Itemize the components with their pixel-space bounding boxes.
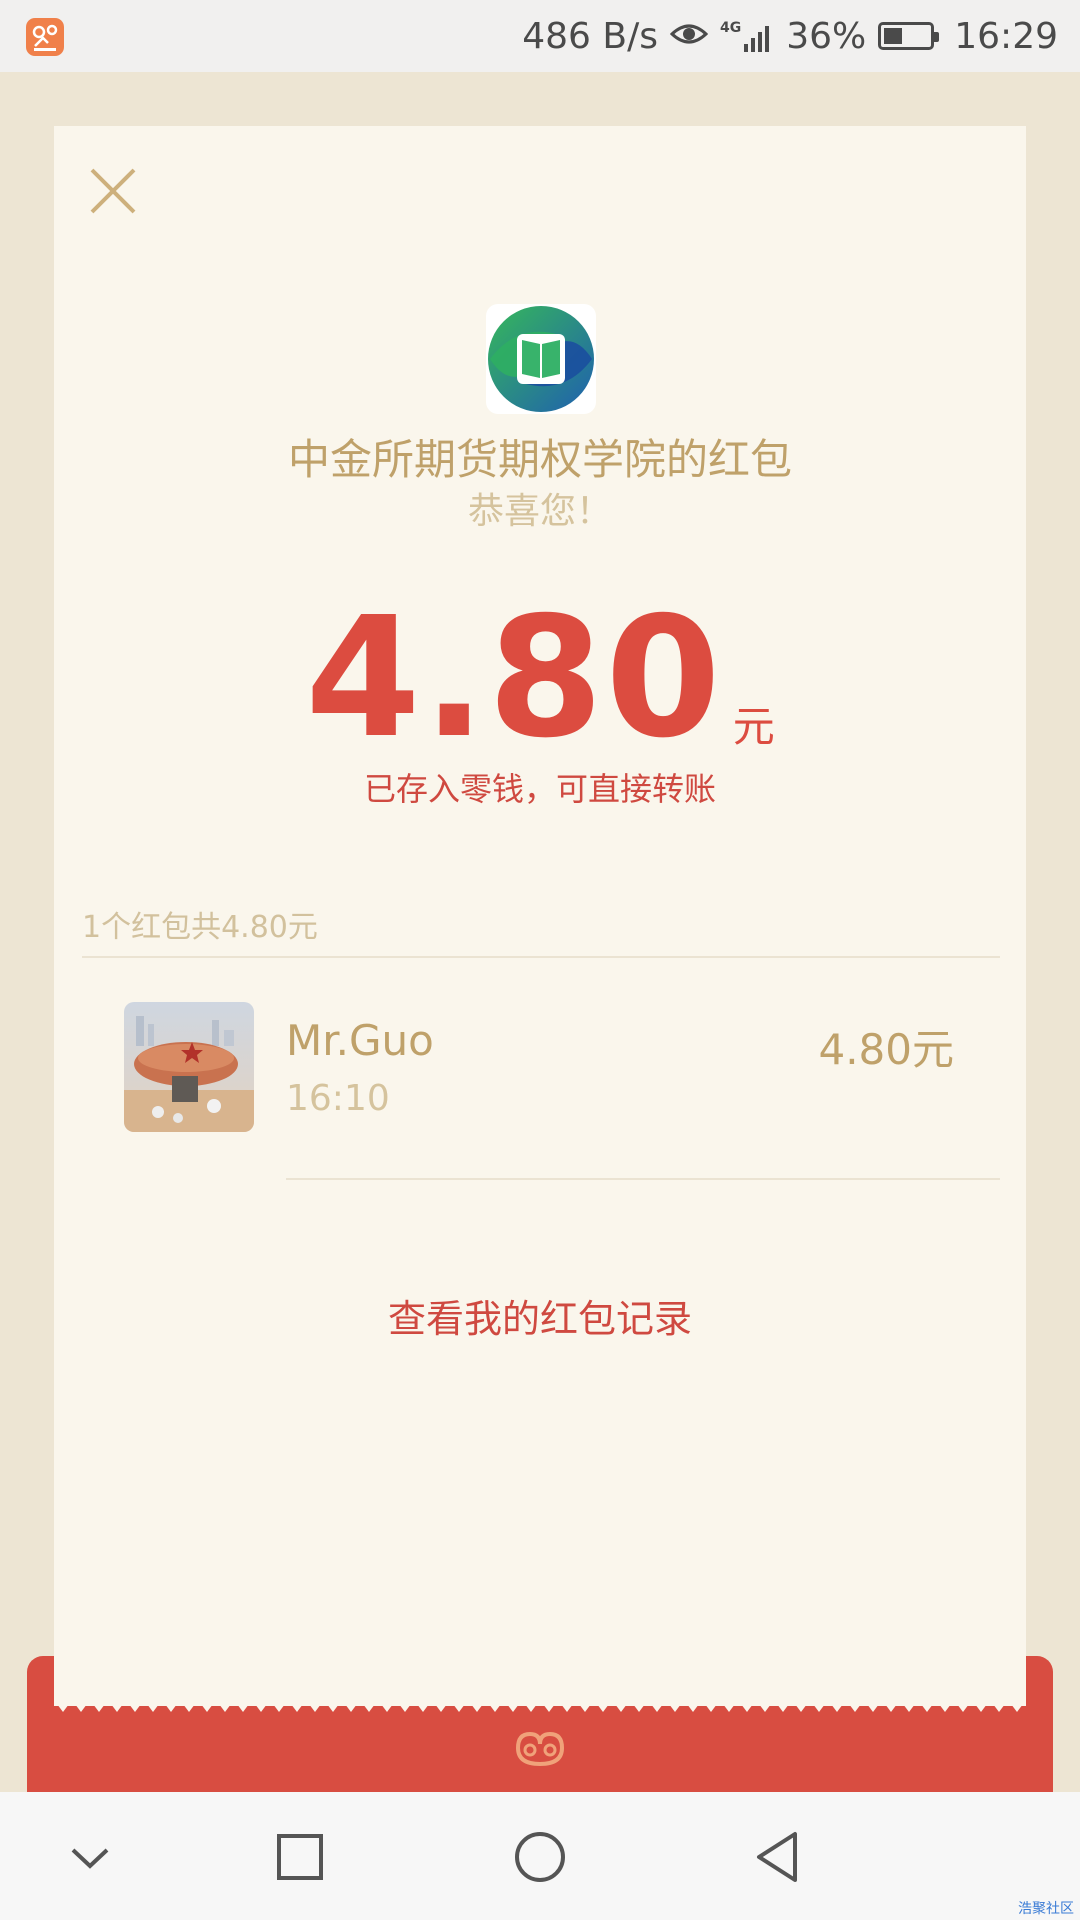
status-indicators: 486 B/s 4G 36% 16:29 [522,0,1058,72]
chevron-down-icon [71,1848,109,1869]
red-packet-detail-card: 中金所期货期权学院的红包 恭喜您！ 4.80 元 已存入零钱，可直接转账 1个红… [54,126,1026,1706]
envelope-ornament-icon [510,1724,570,1768]
recipient-time: 16:10 [286,1078,390,1119]
amount-unit: 元 [732,702,775,751]
network-type: 4G [720,20,742,36]
card-zigzag-edge [54,1690,1026,1712]
nav-home-button[interactable] [505,1822,575,1892]
circle-icon [515,1832,565,1882]
nav-recents-button[interactable] [265,1822,335,1892]
sender-logo [486,304,596,414]
view-history-link[interactable]: 查看我的红包记录 [54,1288,1026,1343]
list-item[interactable]: Mr.Guo 16:10 4.80元 [54,1002,1026,1182]
navigation-bar: 浩聚社区 [0,1792,1080,1920]
nav-back-button[interactable] [745,1822,815,1892]
amount-value: 4.80 [305,582,723,775]
battery-icon [878,22,940,50]
square-icon [277,1834,323,1880]
recipient-amount: 4.80元 [818,1025,954,1074]
network-speed: 486 B/s [522,15,658,57]
greeting-text: 恭喜您！ [467,491,612,532]
avatar[interactable] [124,1002,254,1132]
close-icon [90,168,136,214]
clock: 16:29 [954,15,1058,57]
back-triangle-icon [757,1832,797,1882]
sender-title: 中金所期货期权学院的红包 [287,435,792,484]
status-bar: 486 B/s 4G 36% 16:29 [0,0,1080,72]
signal-icon: 4G [720,20,774,52]
recipient-name: Mr.Guo [286,1016,434,1065]
watermark: 浩聚社区 [1018,1901,1074,1917]
battery-percent: 36% [786,15,867,57]
eye-icon [669,16,709,57]
nav-collapse-button[interactable] [55,1822,125,1892]
divider [82,956,1000,958]
close-button[interactable] [84,162,144,222]
amount-display: 4.80 元 [54,596,1026,762]
divider [286,1178,1000,1180]
saved-to-wallet-note[interactable]: 已存入零钱，可直接转账 [54,764,1026,810]
packet-summary: 1个红包共4.80元 [82,910,318,945]
app-notification-icon [26,18,64,56]
